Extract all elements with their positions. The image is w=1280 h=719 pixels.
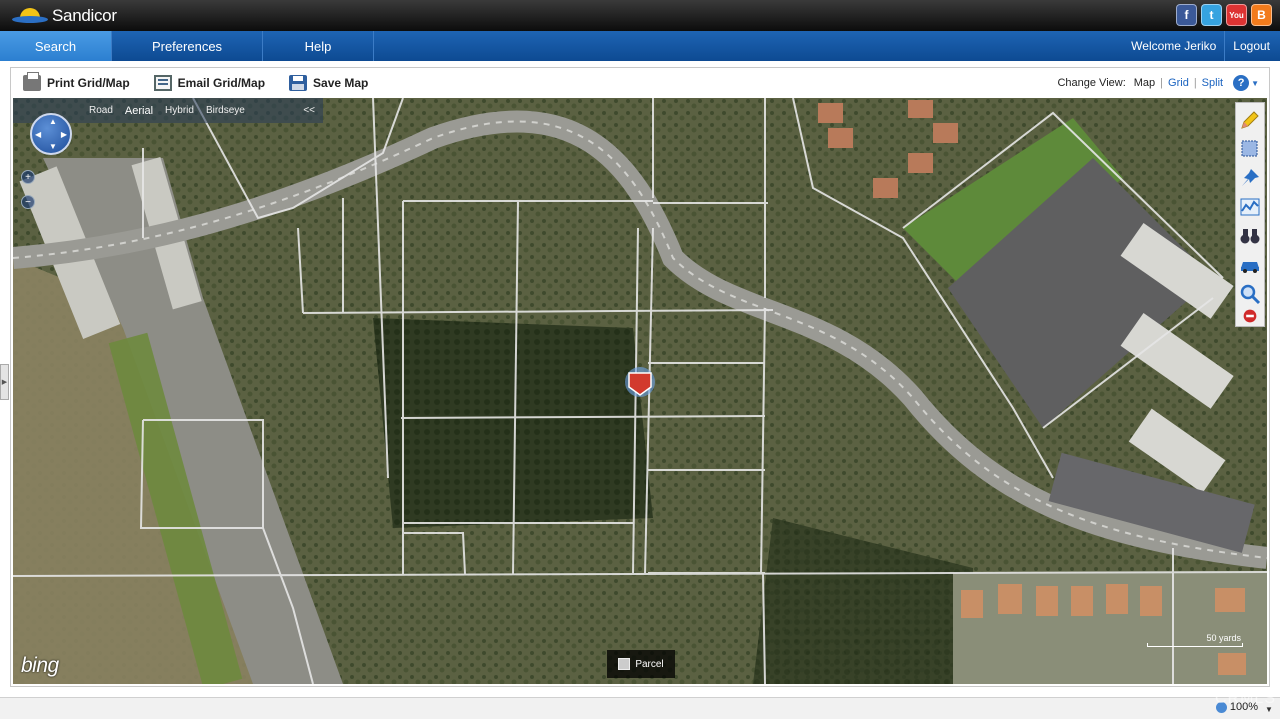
help-icon[interactable]: ? [1233,75,1250,91]
logo-text: Sandicor [52,6,117,25]
change-view: Change View: Map | Grid | Split ? ▼ [1057,75,1259,91]
sandicor-logo[interactable]: Sandicor [12,5,117,27]
car-icon[interactable] [1237,250,1263,279]
map-tools-panel [1235,102,1265,327]
crmls-watermark: CRMLS [1214,690,1276,707]
view-grid[interactable]: Grid [1168,77,1189,89]
welcome-text: Welcome Jeriko [1131,39,1217,53]
expand-side-panel-button[interactable]: ▶ [0,364,9,400]
email-label: Email Grid/Map [177,76,266,90]
chevron-down-icon[interactable]: ▼ [1251,79,1259,88]
save-icon [289,75,308,91]
tab-search[interactable]: Search [0,31,112,61]
property-marker-icon[interactable] [623,367,657,401]
bing-logo: bing [21,654,59,677]
save-map-button[interactable]: Save Map [289,75,368,91]
map-type-aerial[interactable]: Aerial [125,105,153,117]
app-header: Sandicor f t You B [0,0,1280,31]
parcel-swatch [618,658,631,670]
youtube-icon[interactable]: You [1226,4,1247,26]
select-area-icon[interactable] [1237,134,1263,163]
save-label: Save Map [313,76,369,90]
change-view-label: Change View: [1057,77,1126,89]
map-type-hybrid[interactable]: Hybrid [165,105,194,116]
twitter-icon[interactable]: t [1201,4,1222,26]
map-toolbar: Print Grid/Map Email Grid/Map Save Map C… [11,68,1269,98]
stop-icon[interactable] [1237,308,1263,324]
parcel-legend[interactable]: Parcel [607,650,675,678]
tab-preferences[interactable]: Preferences [112,31,263,61]
print-button[interactable]: Print Grid/Map [23,72,130,91]
binoculars-icon[interactable] [1237,221,1263,250]
parcel-label: Parcel [635,658,664,670]
view-split[interactable]: Split [1202,77,1223,89]
magnifier-icon[interactable] [1237,279,1263,308]
zoom-out-icon[interactable]: − [21,195,35,209]
printer-icon [23,72,41,91]
scale-label: 50 yards [1206,633,1241,643]
map-scale: 50 yards [1147,633,1243,647]
facebook-icon[interactable]: f [1176,4,1197,26]
main-nav: Search Preferences Help Welcome Jeriko L… [0,31,1280,61]
email-button[interactable]: Email Grid/Map [153,75,266,91]
pan-compass-icon[interactable]: ▲ ▼ ◀ ▶ [30,113,72,155]
zoom-in-icon[interactable]: + [21,170,35,184]
tab-help[interactable]: Help [263,31,374,61]
chart-icon[interactable] [1237,192,1263,221]
user-area: Welcome Jeriko Logout [1131,31,1270,61]
blogger-icon[interactable]: B [1251,4,1272,26]
pushpin-icon[interactable] [1237,163,1263,192]
collapse-map-types-button[interactable]: << [303,105,315,116]
sandicor-logo-mark [12,7,48,25]
map-type-birdseye[interactable]: Birdseye [206,105,245,116]
divider [1224,31,1226,61]
print-label: Print Grid/Map [47,76,130,90]
pencil-icon[interactable] [1237,105,1263,134]
browser-status-bar: 100% ▼ [0,697,1280,719]
social-links: f t You B [1176,4,1272,26]
view-map[interactable]: Map [1134,77,1155,89]
map-canvas[interactable]: Road Aerial Hybrid Birdseye << ▲ ▼ ◀ ▶ +… [13,98,1267,684]
email-icon [153,75,172,91]
map-type-road[interactable]: Road [89,105,113,116]
logout-link[interactable]: Logout [1233,39,1270,53]
